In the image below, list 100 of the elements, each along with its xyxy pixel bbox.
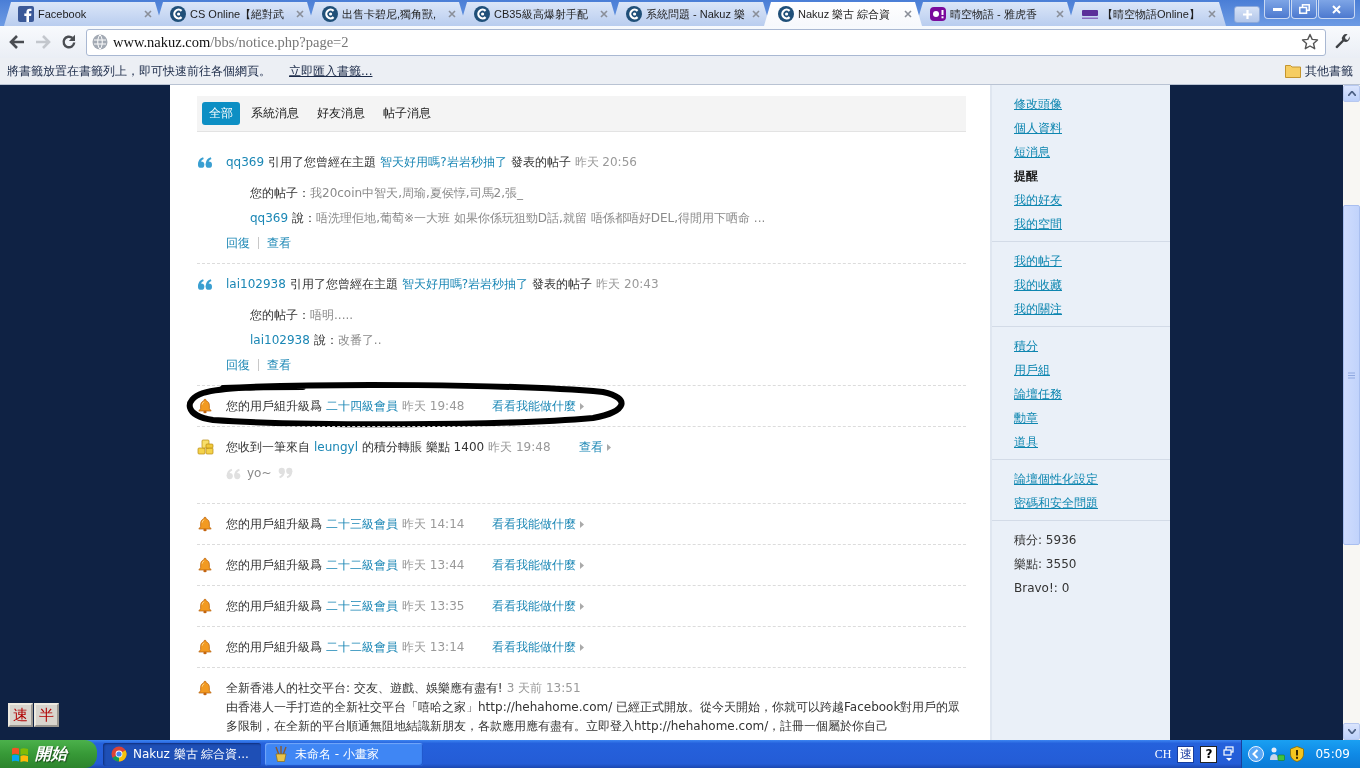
group-link[interactable]: 二十三級會員	[326, 596, 398, 616]
close-tab-icon[interactable]	[448, 10, 456, 18]
scroll-thumb[interactable]	[1343, 205, 1360, 545]
sidebar-link[interactable]: 我的收藏	[1014, 273, 1062, 297]
view-link[interactable]: 查看	[578, 437, 611, 457]
scrollbar-track[interactable]	[1343, 85, 1360, 740]
scroll-up-button[interactable]	[1343, 85, 1360, 102]
bell-icon	[197, 516, 213, 532]
username-link[interactable]: leungyl	[314, 437, 358, 457]
notice-tab[interactable]: 好友消息	[310, 102, 372, 125]
import-bookmarks-link[interactable]: 立即匯入書籤...	[289, 62, 373, 80]
small-windows-icon[interactable]	[1223, 746, 1236, 762]
bookmark-star-icon[interactable]	[1301, 33, 1319, 51]
notice-text: 的積分轉賬 樂點 1400	[362, 439, 485, 456]
sidebar-link[interactable]: 論壇任務	[1014, 382, 1062, 406]
taskbar-button[interactable]: 未命名 - 小畫家	[265, 742, 423, 766]
announcement-text: 由香港人一手打造的全新社交平台「嘻哈之家」http://hehahome.com/ 已經正式開放。從今天開始，你就可以跨越Facebook對用戶的眾多限制，在全新的平台順通無阻地結識新朋友，各款應用應有盡有。立即登入http://hehahome.com/，註冊一個屬於你自己	[226, 699, 962, 735]
address-field[interactable]: www.nakuz.com/bbs/notice.php?page=2	[86, 28, 1326, 56]
close-window-button[interactable]	[1318, 0, 1355, 19]
new-tab-button[interactable]	[1234, 6, 1260, 23]
close-tab-icon[interactable]	[600, 10, 608, 18]
notice-tab[interactable]: 帖子消息	[376, 102, 438, 125]
more-link[interactable]: 看看我能做什麼	[492, 596, 585, 616]
topic-link[interactable]: 智天好用嗎?岩岩秒抽了	[380, 152, 507, 172]
timestamp: 昨天 13:44	[402, 557, 465, 574]
post-excerpt: 我20coin中智天,周瑜,夏侯惇,司馬2,張_	[310, 185, 524, 202]
action-link[interactable]: 查看	[267, 355, 291, 375]
notice-tab[interactable]: 全部	[202, 102, 240, 125]
action-link[interactable]: 回復	[226, 355, 250, 375]
more-link[interactable]: 看看我能做什麼	[492, 396, 585, 416]
ime-key[interactable]: 速	[8, 703, 33, 727]
caret-icon	[580, 561, 585, 569]
network-user-icon[interactable]	[1269, 746, 1286, 762]
logo-icon	[1082, 8, 1098, 20]
stat-text: 樂點: 3550	[1014, 556, 1077, 573]
username-link[interactable]: qq369	[250, 208, 289, 228]
sidebar-link[interactable]: 密碼和安全問題	[1014, 491, 1098, 515]
shield-icon[interactable]	[1290, 746, 1305, 762]
wrench-icon[interactable]	[1334, 33, 1352, 51]
swirl-logo-icon	[474, 6, 490, 22]
group-link[interactable]: 二十二級會員	[326, 555, 398, 575]
action-link[interactable]: 查看	[267, 233, 291, 253]
restore-button[interactable]	[1291, 0, 1317, 19]
minimize-button[interactable]	[1264, 0, 1290, 19]
sidebar-link[interactable]: 積分	[1014, 334, 1038, 358]
bell-icon	[197, 639, 213, 655]
scroll-down-button[interactable]	[1343, 723, 1360, 740]
reload-icon[interactable]	[60, 33, 78, 51]
notice-tab[interactable]: 系統消息	[244, 102, 306, 125]
sidebar-link[interactable]: 短消息	[1014, 140, 1050, 164]
group-link[interactable]: 二十三級會員	[326, 514, 398, 534]
browser-tab[interactable]: 【晴空物語Online】	[1068, 2, 1226, 26]
language-indicator[interactable]: CH	[1154, 746, 1172, 762]
close-tab-icon[interactable]	[1056, 10, 1064, 18]
globe-icon	[92, 34, 108, 50]
close-tab-icon[interactable]	[752, 10, 760, 18]
group-link[interactable]: 二十四級會員	[326, 396, 398, 416]
f-logo-icon	[18, 6, 34, 22]
minimize-icon	[1272, 7, 1282, 11]
sidebar-link[interactable]: 論壇個性化設定	[1014, 467, 1098, 491]
close-tab-icon[interactable]	[296, 10, 304, 18]
topic-link[interactable]: 智天好用嗎?岩岩秒抽了	[401, 274, 529, 294]
sidebar-link[interactable]: 我的帖子	[1014, 249, 1062, 273]
action-link[interactable]: 回復	[226, 233, 250, 253]
sidebar-link[interactable]: 我的空間	[1014, 212, 1062, 236]
sidebar-link[interactable]: 提醒	[1014, 164, 1038, 188]
back-icon[interactable]	[8, 33, 26, 51]
back-circle-icon[interactable]	[1248, 746, 1265, 762]
sidebar-link[interactable]: 我的關注	[1014, 297, 1062, 321]
sidebar-link[interactable]: 我的好友	[1014, 188, 1062, 212]
taskbar-button[interactable]: Nakuz 樂古 綜合資...	[103, 742, 261, 766]
close-tab-icon[interactable]	[1208, 10, 1216, 18]
more-link[interactable]: 看看我能做什麼	[492, 637, 585, 657]
group-link[interactable]: 二十二級會員	[326, 637, 398, 657]
username-link[interactable]: qq369	[226, 152, 265, 172]
notice-text: 您的用戶組升級爲	[226, 398, 322, 415]
sidebar-link[interactable]: 修改頭像	[1014, 92, 1062, 116]
caret-icon	[580, 402, 585, 410]
sidebar-link[interactable]: 道具	[1014, 430, 1038, 454]
username-link[interactable]: lai102938	[226, 274, 286, 294]
notice-text: 您的用戶組升級爲	[226, 516, 322, 533]
browser-tab[interactable]: Nakuz 樂古 綜合資	[764, 2, 922, 26]
more-link[interactable]: 看看我能做什麼	[492, 514, 585, 534]
more-link[interactable]: 看看我能做什麼	[492, 555, 585, 575]
sidebar-link[interactable]: 用戶組	[1014, 358, 1050, 382]
restore-icon	[1298, 4, 1310, 14]
start-button[interactable]: 開始	[0, 740, 97, 768]
ime-mode-button[interactable]: 速	[1177, 745, 1195, 763]
swirl-logo-icon	[322, 6, 338, 22]
timestamp: 昨天 14:14	[402, 516, 465, 533]
close-tab-icon[interactable]	[904, 10, 912, 18]
ime-key[interactable]: 半	[34, 703, 59, 727]
sidebar-link[interactable]: 個人資料	[1014, 116, 1062, 140]
help-button[interactable]: ?	[1200, 745, 1218, 763]
post-excerpt: 唔明.....	[310, 307, 354, 324]
timestamp: 昨天 13:14	[402, 639, 465, 656]
username-link[interactable]: lai102938	[250, 330, 310, 350]
sidebar-link[interactable]: 勳章	[1014, 406, 1038, 430]
close-tab-icon[interactable]	[144, 10, 152, 18]
other-bookmarks-button[interactable]: 其他書籤	[1285, 62, 1353, 80]
